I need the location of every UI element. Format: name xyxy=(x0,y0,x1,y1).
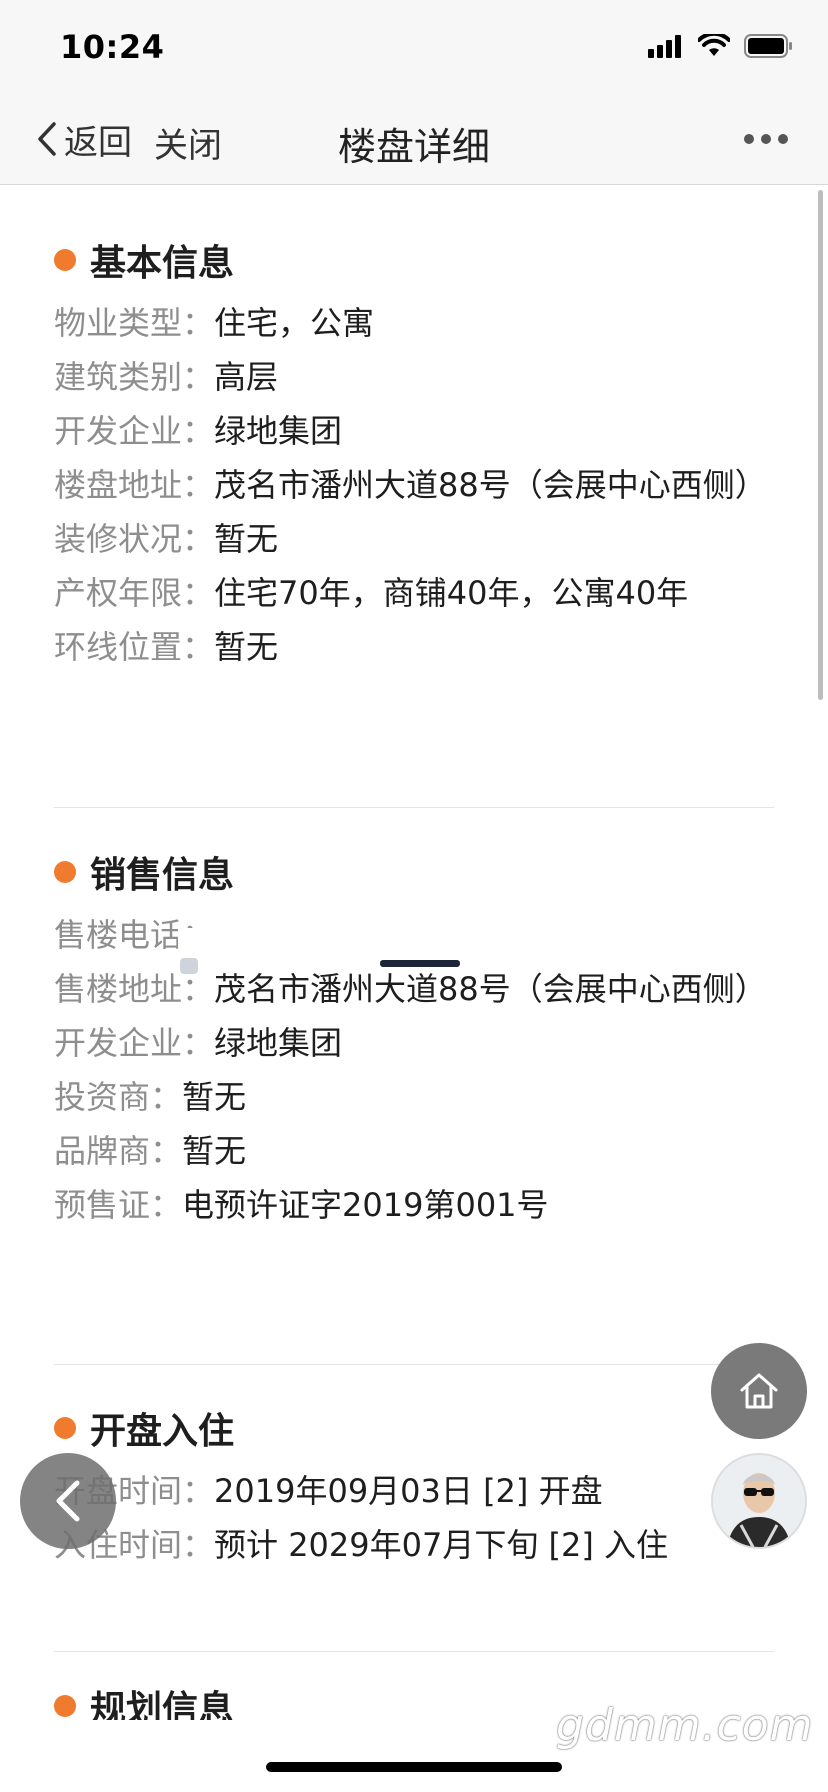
section-header: 销售信息 xyxy=(54,842,774,902)
row-label: 物业类型： xyxy=(54,304,215,342)
row-value: 预计 2029年07月下旬 [2] 入住 xyxy=(214,1526,669,1564)
info-row: 入住时间：预计 2029年07月下旬 [2] 入住 xyxy=(54,1518,774,1572)
info-row: 预售证：电预许证字2019第001号 xyxy=(54,1178,774,1232)
row-value: 暂无 xyxy=(214,520,279,558)
redaction-stroke xyxy=(380,960,460,967)
avatar[interactable] xyxy=(711,1453,807,1549)
section-header: 基本信息 xyxy=(54,230,774,290)
info-row: 品牌商：暂无 xyxy=(54,1124,774,1178)
row-value: 暂无 xyxy=(182,1132,247,1170)
row-label: 开发企业： xyxy=(54,412,215,450)
info-row: 投资商：暂无 xyxy=(54,1070,774,1124)
more-button[interactable] xyxy=(744,134,788,144)
row-value: 茂名市潘州大道88号（会展中心西侧） xyxy=(214,466,767,504)
chevron-left-icon xyxy=(56,1480,80,1522)
battery-icon xyxy=(744,34,792,58)
info-row: 产权年限：住宅70年，商铺40年，公寓40年 xyxy=(54,566,774,620)
redaction-stroke xyxy=(180,958,198,974)
info-row: 物业类型：住宅，公寓 xyxy=(54,296,774,350)
row-value: 住宅70年，商铺40年，公寓40年 xyxy=(214,574,689,612)
bullet-dot-icon xyxy=(54,249,76,271)
section-title: 开盘入住 xyxy=(90,1411,235,1452)
scrollbar[interactable] xyxy=(818,190,823,700)
section-sales-info: 销售信息 售楼电话： 售楼地址：茂名市潘州大道88号（会展中心西侧） 开发企业：… xyxy=(54,842,774,1232)
row-label: 建筑类别： xyxy=(54,358,215,396)
row-value: 暂无 xyxy=(182,1078,247,1116)
row-value: 绿地集团 xyxy=(214,1024,343,1062)
section-title: 规划信息 xyxy=(90,1689,235,1720)
row-value: 住宅，公寓 xyxy=(214,304,375,342)
section-header: 开盘入住 xyxy=(54,1398,774,1458)
row-value: 高层 xyxy=(214,358,279,396)
info-row: 售楼地址：茂名市潘州大道88号（会展中心西侧） xyxy=(54,962,774,1016)
info-row: 开盘时间：2019年09月03日 [2] 开盘 xyxy=(54,1464,774,1518)
info-row: 开发企业：绿地集团 xyxy=(54,1016,774,1070)
row-value: 茂名市潘州大道88号（会展中心西侧） xyxy=(214,970,767,1008)
watermark: gdmm.com xyxy=(556,1700,814,1751)
info-row: 开发企业：绿地集团 xyxy=(54,404,774,458)
info-row: 装修状况：暂无 xyxy=(54,512,774,566)
section-basic-info: 基本信息 物业类型：住宅，公寓 建筑类别：高层 开发企业：绿地集团 楼盘地址：茂… xyxy=(54,230,774,674)
row-label: 产权年限： xyxy=(54,574,215,612)
more-dot-icon xyxy=(761,134,771,144)
status-time: 10:24 xyxy=(60,28,165,66)
bullet-dot-icon xyxy=(54,1417,76,1439)
status-bar: 10:24 xyxy=(0,0,828,96)
signal-icon xyxy=(648,35,681,58)
row-label: 预售证： xyxy=(54,1186,183,1224)
status-icons xyxy=(648,34,794,58)
back-float-button[interactable] xyxy=(20,1453,116,1549)
section-opening-info: 开盘入住 开盘时间：2019年09月03日 [2] 开盘 入住时间：预计 202… xyxy=(54,1398,774,1572)
section-divider xyxy=(54,807,774,808)
wifi-icon xyxy=(698,34,730,56)
bullet-dot-icon xyxy=(54,1695,76,1717)
row-label: 售楼地址： xyxy=(54,970,215,1008)
row-label: 装修状况： xyxy=(54,520,215,558)
row-value: 电预许证字2019第001号 xyxy=(182,1186,549,1224)
section-title: 基本信息 xyxy=(90,243,235,284)
nav-bar: 返回 关闭 楼盘详细 xyxy=(0,96,828,185)
row-label: 楼盘地址： xyxy=(54,466,215,504)
section-title: 销售信息 xyxy=(90,855,235,896)
row-value: 2019年09月03日 [2] 开盘 xyxy=(214,1472,603,1510)
home-icon xyxy=(740,1373,778,1409)
row-value: 暂无 xyxy=(214,628,279,666)
row-label: 开发企业： xyxy=(54,1024,215,1062)
info-row: 楼盘地址：茂名市潘州大道88号（会展中心西侧） xyxy=(54,458,774,512)
home-float-button[interactable] xyxy=(711,1343,807,1439)
info-row: 建筑类别：高层 xyxy=(54,350,774,404)
more-dot-icon xyxy=(778,134,788,144)
more-dot-icon xyxy=(744,134,754,144)
page-title: 楼盘详细 xyxy=(337,125,490,169)
row-label: 品牌商： xyxy=(54,1132,183,1170)
row-label: 投资商： xyxy=(54,1078,183,1116)
section-divider xyxy=(54,1364,774,1365)
bullet-dot-icon xyxy=(54,861,76,883)
avatar-image xyxy=(713,1455,805,1547)
info-row: 环线位置：暂无 xyxy=(54,620,774,674)
home-indicator[interactable] xyxy=(266,1762,562,1772)
row-label: 环线位置： xyxy=(54,628,215,666)
section-divider xyxy=(54,1651,774,1652)
row-value: 绿地集团 xyxy=(214,412,343,450)
